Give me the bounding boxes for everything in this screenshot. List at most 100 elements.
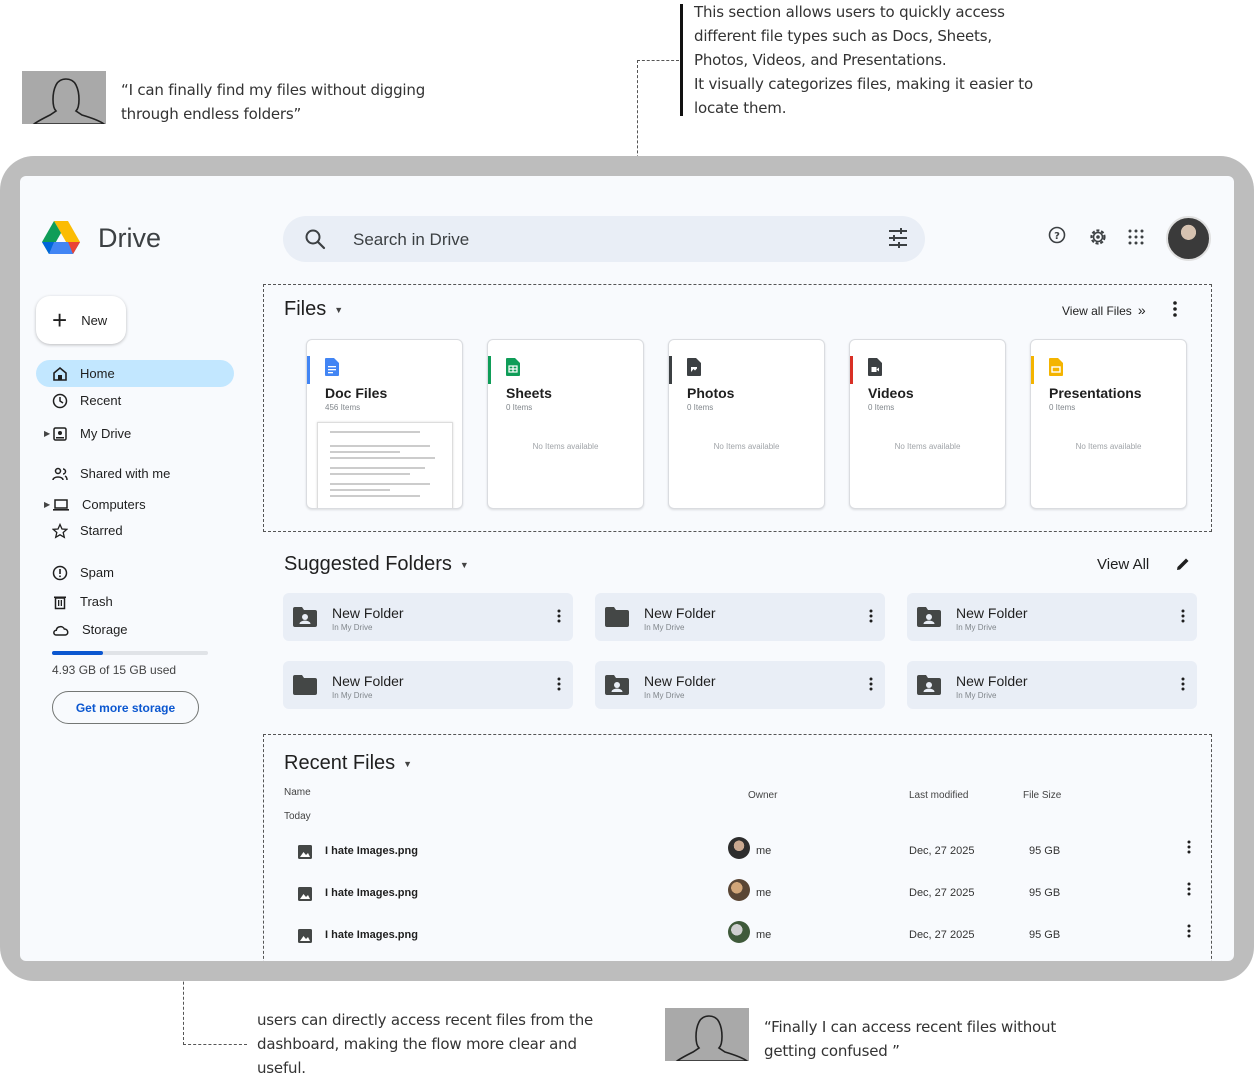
new-button[interactable]: + New (36, 296, 126, 344)
empty-state-text: No Items available (894, 442, 961, 451)
category-name: Doc Files (325, 385, 388, 401)
drive-logo-icon (42, 221, 80, 254)
sidebar-item-computers[interactable]: ▶ Computers (36, 491, 234, 518)
suggested-folders-title[interactable]: Suggested Folders ▼ (284, 553, 469, 576)
drive-logo[interactable]: Drive (42, 221, 161, 255)
file-category-card-sheets[interactable]: Sheets 0 Items No Items available (487, 339, 644, 509)
files-section-note: This section allows users to quickly acc… (694, 3, 1033, 117)
sidebar-item-label: Recent (80, 393, 122, 408)
suggested-folder-card[interactable]: New Folder In My Drive (595, 593, 885, 641)
more-vert-icon[interactable] (1187, 924, 1191, 943)
sidebar-item-label: Home (80, 366, 115, 381)
user-quote-top: “I can finally find my files without dig… (121, 81, 426, 123)
category-color-stripe (307, 356, 310, 384)
device-frame: Drive Search in Drive ? + New Home Recen… (0, 156, 1254, 981)
column-header-last-modified[interactable]: Last modified (909, 790, 968, 801)
suggested-folder-card[interactable]: New Folder In My Drive (907, 593, 1197, 641)
more-vert-icon[interactable] (1181, 609, 1185, 628)
expand-caret-icon[interactable]: ▶ (44, 429, 50, 438)
folder-name: New Folder (644, 673, 716, 689)
more-vert-icon[interactable] (1172, 300, 1178, 318)
file-category-card-photos[interactable]: Photos 0 Items No Items available (668, 339, 825, 509)
owner-avatar (728, 837, 750, 859)
double-chevron-icon: » (1137, 302, 1146, 318)
slides-icon (1049, 358, 1063, 376)
video-file-icon (868, 358, 882, 376)
suggested-folder-card[interactable]: New Folder In My Drive (283, 593, 573, 641)
last-modified: Dec, 27 2025 (909, 845, 975, 857)
more-vert-icon[interactable] (557, 609, 561, 628)
suggested-folder-card[interactable]: New Folder In My Drive (595, 661, 885, 709)
help-icon[interactable]: ? (1048, 226, 1066, 244)
table-row[interactable]: I hate Images.png me Dec, 27 2025 95 GB (298, 837, 1198, 877)
category-color-stripe (669, 356, 672, 384)
expand-caret-icon[interactable]: ▶ (44, 500, 50, 509)
file-category-card-videos[interactable]: Videos 0 Items No Items available (849, 339, 1006, 509)
storage-progress-fill (52, 651, 104, 655)
file-name: I hate Images.png (325, 929, 418, 941)
sidebar-item-spam[interactable]: Spam (36, 559, 234, 586)
folder-name: New Folder (956, 673, 1028, 689)
view-all-files-link[interactable]: View all Files » (1062, 302, 1146, 318)
sheets-icon (506, 358, 520, 376)
sidebar-item-recent[interactable]: Recent (36, 387, 234, 414)
more-vert-icon[interactable] (869, 609, 873, 628)
column-header-file-size[interactable]: File Size (1023, 790, 1061, 801)
owner-name: me (756, 845, 772, 857)
search-bar[interactable]: Search in Drive (283, 216, 925, 262)
sidebar-item-starred[interactable]: Starred (36, 517, 234, 544)
more-vert-icon[interactable] (1187, 882, 1191, 901)
more-vert-icon[interactable] (557, 677, 561, 696)
more-vert-icon[interactable] (1187, 840, 1191, 859)
more-vert-icon[interactable] (869, 677, 873, 696)
folder-name: New Folder (956, 605, 1028, 621)
category-count: 0 Items (868, 403, 895, 412)
sidebar-item-label: Storage (82, 622, 128, 637)
column-header-name[interactable]: Name (284, 787, 311, 798)
empty-state-text: No Items available (713, 442, 780, 451)
sidebar-item-home[interactable]: Home (36, 360, 234, 387)
star-icon (52, 522, 68, 539)
shared-folder-icon (605, 675, 629, 700)
files-section-title[interactable]: Files ▼ (284, 298, 343, 321)
search-icon[interactable] (303, 227, 327, 251)
folder-location: In My Drive (644, 691, 685, 700)
folder-location: In My Drive (956, 691, 997, 700)
category-color-stripe (488, 356, 491, 384)
get-more-storage-button[interactable]: Get more storage (52, 691, 199, 724)
column-header-owner[interactable]: Owner (748, 790, 777, 801)
search-input[interactable]: Search in Drive (353, 230, 469, 250)
suggested-folder-card[interactable]: New Folder In My Drive (283, 661, 573, 709)
dropdown-arrow-icon: ▼ (334, 304, 344, 315)
folder-name: New Folder (332, 605, 404, 621)
recent-files-title[interactable]: Recent Files ▼ (284, 752, 412, 775)
search-options-icon[interactable] (887, 227, 909, 249)
sidebar-item-shared[interactable]: Shared with me (36, 460, 234, 487)
home-icon (53, 366, 67, 381)
file-category-card-presentations[interactable]: Presentations 0 Items No Items available (1030, 339, 1187, 509)
view-all-folders-link[interactable]: View All (1097, 556, 1149, 573)
sidebar-item-trash[interactable]: Trash (36, 588, 234, 615)
more-vert-icon[interactable] (1181, 677, 1185, 696)
section-title-text: Recent Files (284, 752, 396, 774)
sidebar-item-storage[interactable]: Storage (36, 616, 234, 643)
annotation-bar (680, 4, 683, 116)
file-name: I hate Images.png (325, 887, 418, 899)
clock-icon (52, 393, 68, 408)
image-file-icon (298, 929, 312, 948)
user-avatar-placeholder (22, 71, 106, 124)
apps-grid-icon[interactable] (1128, 229, 1144, 245)
drive-screen: Drive Search in Drive ? + New Home Recen… (20, 176, 1234, 961)
folder-name: New Folder (644, 605, 716, 621)
file-category-card-docs[interactable]: Doc Files 456 Items (306, 339, 463, 509)
table-row[interactable]: I hate Images.png me Dec, 27 2025 95 GB (298, 921, 1198, 961)
settings-icon[interactable] (1088, 227, 1108, 247)
sidebar-item-my-drive[interactable]: ▶ My Drive (36, 420, 234, 447)
section-title-text: Suggested Folders (284, 553, 452, 575)
suggested-folder-card[interactable]: New Folder In My Drive (907, 661, 1197, 709)
app-name: Drive (98, 222, 162, 253)
svg-text:?: ? (1054, 231, 1060, 242)
edit-pencil-icon[interactable] (1176, 557, 1190, 571)
account-avatar[interactable] (1166, 216, 1211, 261)
table-row[interactable]: I hate Images.png me Dec, 27 2025 95 GB (298, 879, 1198, 919)
